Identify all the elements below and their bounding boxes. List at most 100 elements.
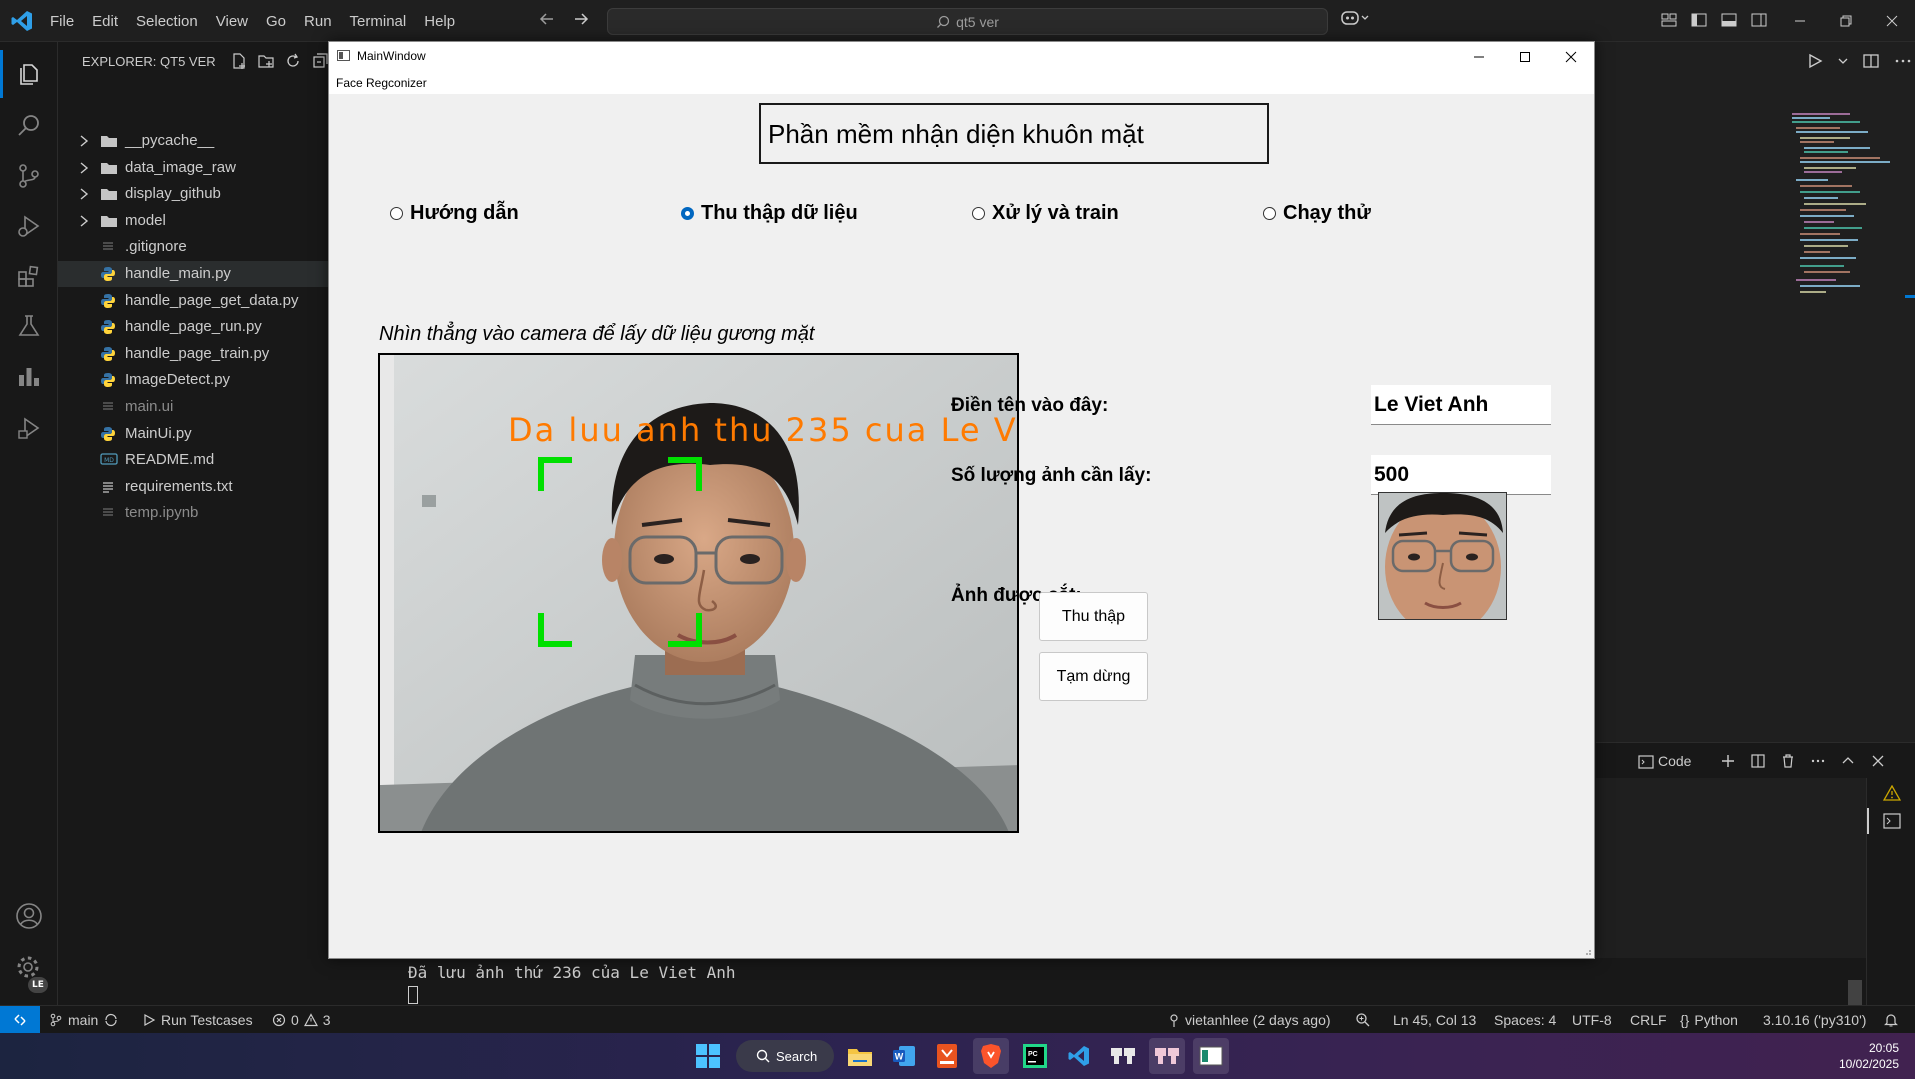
status-indentation[interactable]: Spaces: 4 — [1494, 1012, 1556, 1028]
maximize-panel-icon[interactable] — [1840, 753, 1856, 769]
menu-face-regconizer[interactable]: Face Regconizer — [336, 76, 427, 90]
status-problems[interactable]: 0 3 — [272, 1012, 331, 1028]
split-editor-icon[interactable] — [1862, 52, 1880, 70]
word-app[interactable]: W — [886, 1038, 922, 1074]
menu-file[interactable]: File — [50, 13, 74, 30]
folder-item[interactable]: data_image_raw — [58, 155, 328, 181]
pycharm-app[interactable]: PC — [1017, 1038, 1053, 1074]
back-arrow-icon[interactable] — [538, 10, 556, 28]
run-debug-activity[interactable] — [13, 210, 45, 242]
python-window-app[interactable] — [1193, 1038, 1229, 1074]
remote-activity[interactable] — [13, 412, 45, 444]
file-item[interactable]: handle_page_run.py — [58, 314, 328, 340]
chart-activity[interactable] — [13, 360, 45, 392]
collect-button[interactable]: Thu thập — [1039, 592, 1148, 641]
status-language[interactable]: {} Python — [1680, 1012, 1738, 1028]
resize-grip-icon[interactable] — [1584, 948, 1592, 956]
file-item[interactable]: temp.ipynb — [58, 500, 328, 526]
status-git-blame[interactable]: vietanhlee (2 days ago) — [1168, 1012, 1331, 1028]
qt-designer-app[interactable] — [1105, 1038, 1141, 1074]
folder-item[interactable]: display_github — [58, 181, 328, 207]
forward-arrow-icon[interactable] — [572, 10, 590, 28]
source-control-activity[interactable] — [13, 160, 45, 192]
reader-app[interactable] — [929, 1038, 965, 1074]
menu-edit[interactable]: Edit — [92, 13, 118, 30]
terminal-scrollbar[interactable] — [1848, 980, 1862, 1005]
status-zoom[interactable] — [1355, 1012, 1371, 1028]
close-button[interactable] — [1869, 0, 1915, 42]
split-terminal-icon[interactable] — [1750, 753, 1766, 769]
status-cursor-position[interactable]: Ln 45, Col 13 — [1393, 1012, 1476, 1028]
file-item[interactable]: handle_page_train.py — [58, 341, 328, 367]
file-explorer-app[interactable] — [842, 1038, 878, 1074]
file-item[interactable]: ImageDetect.py — [58, 367, 328, 393]
menu-go[interactable]: Go — [266, 13, 286, 30]
menu-run[interactable]: Run — [304, 13, 332, 30]
command-center-search[interactable]: qt5 ver — [607, 8, 1328, 35]
more-actions-icon[interactable] — [1810, 753, 1826, 769]
refresh-icon[interactable] — [284, 52, 302, 70]
status-encoding[interactable]: UTF-8 — [1572, 1012, 1612, 1028]
taskbar-search[interactable]: Search — [736, 1040, 834, 1072]
count-input[interactable]: 500 — [1371, 455, 1551, 495]
menu-terminal[interactable]: Terminal — [350, 13, 407, 30]
toggle-sidebar-icon[interactable] — [1690, 11, 1708, 29]
radio-thu-thap-du-lieu[interactable]: Thu thập dữ liệu — [681, 202, 858, 225]
add-terminal-icon[interactable] — [1720, 753, 1736, 769]
collapse-all-icon[interactable] — [311, 52, 329, 70]
qt-close-button[interactable] — [1548, 42, 1594, 72]
file-item[interactable]: main.ui — [58, 394, 328, 420]
status-eol[interactable]: CRLF — [1630, 1012, 1667, 1028]
file-item[interactable]: MD README.md — [58, 447, 328, 473]
sync-icon[interactable] — [103, 1013, 119, 1027]
menu-help[interactable]: Help — [424, 13, 455, 30]
extensions-activity[interactable] — [13, 260, 45, 292]
terminal-profile-label[interactable]: Code — [1658, 753, 1691, 769]
close-panel-icon[interactable] — [1870, 753, 1886, 769]
terminal-icon[interactable] — [1883, 813, 1901, 829]
new-file-icon[interactable] — [230, 52, 248, 70]
name-input[interactable]: Le Viet Anh — [1371, 385, 1551, 425]
file-item[interactable]: MainUi.py — [58, 421, 328, 447]
search-activity[interactable] — [13, 110, 45, 142]
copilot-icon[interactable] — [1340, 8, 1370, 28]
qt-maximize-button[interactable] — [1502, 42, 1548, 72]
file-item[interactable]: handle_page_get_data.py — [58, 288, 328, 314]
folder-item[interactable]: model — [58, 208, 328, 234]
menu-view[interactable]: View — [216, 13, 248, 30]
file-item[interactable]: handle_main.py — [58, 261, 328, 287]
testing-activity[interactable] — [13, 310, 45, 342]
minimize-button[interactable] — [1777, 0, 1823, 42]
radio-xu-ly-va-train[interactable]: Xử lý và train — [972, 202, 1119, 225]
status-notifications[interactable] — [1884, 1012, 1898, 1028]
new-folder-icon[interactable] — [257, 52, 275, 70]
layout-customize-icon[interactable] — [1660, 11, 1678, 29]
status-branch[interactable]: main — [49, 1012, 119, 1028]
status-run-testcases[interactable]: Run Testcases — [142, 1012, 253, 1028]
chevron-down-icon[interactable] — [1838, 56, 1848, 66]
toggle-secondary-sidebar-icon[interactable] — [1750, 11, 1768, 29]
account-activity[interactable] — [13, 900, 45, 932]
remote-indicator[interactable] — [0, 1006, 40, 1034]
more-actions-icon[interactable] — [1894, 52, 1912, 70]
radio-huong-dan[interactable]: Hướng dẫn — [390, 202, 519, 225]
menu-selection[interactable]: Selection — [136, 13, 198, 30]
taskbar-clock[interactable]: 20:05 10/02/2025 — [1839, 1040, 1899, 1072]
folder-item[interactable]: __pycache__ — [58, 128, 328, 154]
vscode-app[interactable] — [1061, 1038, 1097, 1074]
file-item[interactable]: requirements.txt — [58, 474, 328, 500]
qt-minimize-button[interactable] — [1456, 42, 1502, 72]
pause-button[interactable]: Tạm dừng — [1039, 652, 1148, 701]
trash-icon[interactable] — [1780, 753, 1796, 769]
warning-icon[interactable] — [1883, 785, 1901, 801]
explorer-activity[interactable] — [13, 58, 45, 90]
toggle-panel-icon[interactable] — [1720, 11, 1738, 29]
brave-app[interactable] — [973, 1038, 1009, 1074]
restore-button[interactable] — [1823, 0, 1869, 42]
file-item[interactable]: .gitignore — [58, 234, 328, 260]
windows-start-icon[interactable] — [695, 1043, 721, 1069]
run-icon[interactable] — [1806, 52, 1824, 70]
status-interpreter[interactable]: 3.10.16 ('py310') — [1763, 1012, 1866, 1028]
qt-app-running[interactable] — [1149, 1038, 1185, 1074]
radio-chay-thu[interactable]: Chạy thử — [1263, 202, 1371, 225]
